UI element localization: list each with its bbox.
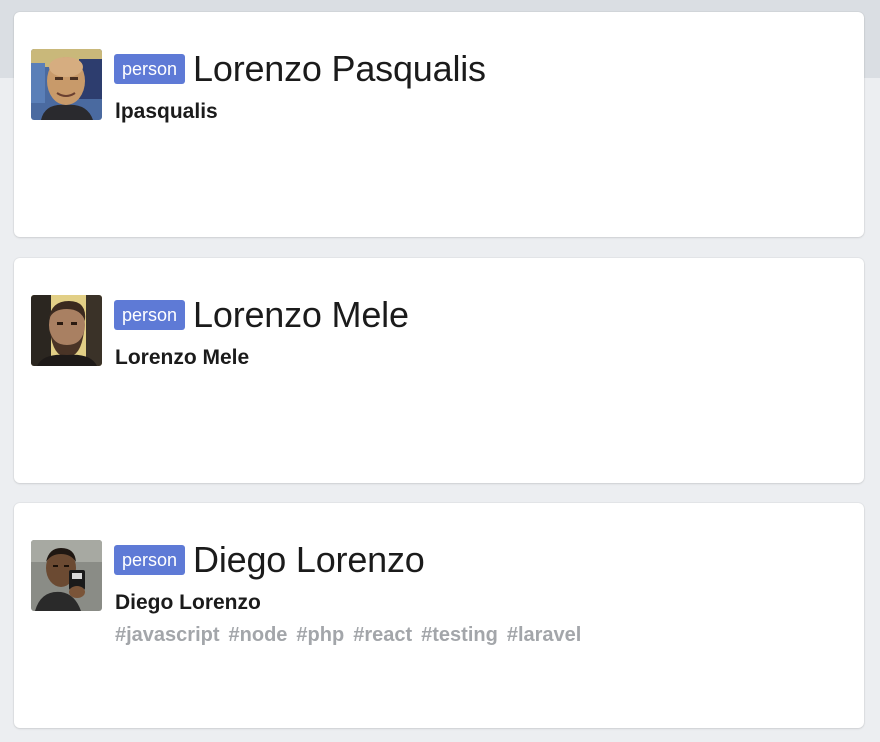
type-badge: person	[114, 300, 186, 330]
result-username: Diego Lorenzo	[115, 591, 261, 614]
result-username: Lorenzo Mele	[115, 346, 250, 369]
person-photo-icon	[31, 295, 102, 366]
tag-list: #javascript #node #php #react #testing #…	[115, 624, 581, 647]
avatar[interactable]	[31, 540, 102, 611]
result-username: lpasqualis	[115, 100, 218, 123]
result-title: person Lorenzo Mele	[114, 294, 409, 336]
avatar[interactable]	[31, 295, 102, 366]
result-name[interactable]: Diego Lorenzo	[193, 539, 425, 581]
tag-javascript[interactable]: #javascript	[115, 624, 220, 647]
tag-php[interactable]: #php	[296, 624, 344, 647]
tag-laravel[interactable]: #laravel	[507, 624, 582, 647]
tag-node[interactable]: #node	[229, 624, 288, 647]
search-result-card[interactable]: person Lorenzo Mele Lorenzo Mele	[14, 258, 864, 483]
result-name[interactable]: Lorenzo Pasqualis	[193, 48, 486, 90]
person-photo-icon	[31, 49, 102, 120]
tag-react[interactable]: #react	[353, 624, 412, 647]
search-result-card[interactable]: person Lorenzo Pasqualis lpasqualis	[14, 12, 864, 237]
search-result-card[interactable]: person Diego Lorenzo Diego Lorenzo #java…	[14, 503, 864, 728]
result-title: person Diego Lorenzo	[114, 539, 425, 581]
tag-testing[interactable]: #testing	[421, 624, 498, 647]
result-title: person Lorenzo Pasqualis	[114, 48, 486, 90]
type-badge: person	[114, 545, 186, 575]
person-photo-icon	[31, 540, 102, 611]
avatar[interactable]	[31, 49, 102, 120]
result-name[interactable]: Lorenzo Mele	[193, 294, 409, 336]
type-badge: person	[114, 54, 186, 84]
